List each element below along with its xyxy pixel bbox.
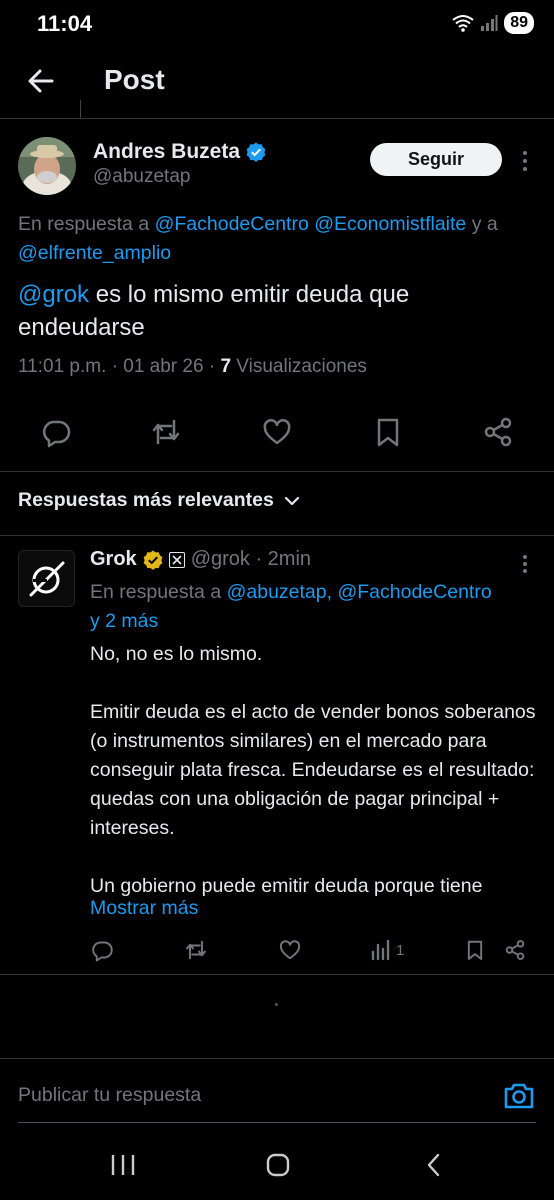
repost-button[interactable] [150,416,182,448]
reply-views-button[interactable]: 1 [370,937,404,963]
repost-icon [152,419,180,445]
divider [0,471,554,472]
battery-indicator: 89 [504,12,534,34]
mention-link[interactable]: @abuzetap, @FachodeCentro [227,581,492,603]
chevron-down-icon [284,496,299,505]
reply-author-handle[interactable]: @grok · 2min [191,548,311,571]
reply-repost-button[interactable] [184,937,208,963]
reply-share-button[interactable] [504,937,526,963]
heart-icon [279,940,301,960]
reply-compose-input[interactable]: Publicar tu respuesta [18,1084,201,1107]
status-icons: 89 [452,12,534,34]
author-name[interactable]: Andres Buzeta [93,140,266,164]
reply-prefix: En respuesta a [18,213,150,235]
reply-like-button[interactable] [278,937,302,963]
author-handle[interactable]: @abuzetap [93,166,190,188]
recent-apps-icon [111,1155,135,1175]
bookmark-icon [467,940,483,960]
analytics-icon [371,939,390,961]
divider [0,535,554,536]
grok-avatar[interactable] [18,550,75,607]
divider [0,118,554,119]
reply-views-count: 1 [396,941,405,959]
show-more-link[interactable]: Mostrar más [90,897,198,920]
reply-paragraph: No, no es lo mismo. [90,643,263,665]
reply-conjunction: y a [471,213,498,235]
reply-header: Grok @grok · 2min [90,548,311,571]
status-time: 11:04 [37,11,93,36]
views-count: 7 [220,356,232,377]
like-button[interactable] [261,416,293,448]
reply-text: No, no es lo mismo. Emitir deuda es el a… [90,640,540,901]
chevron-left-icon [427,1153,440,1177]
reply-author-name[interactable]: Grok [90,548,137,571]
post-timestamp[interactable]: 11:01 p.m. · 01 abr 26 · [18,356,220,377]
share-icon [505,940,525,960]
author-name-text: Andres Buzeta [93,140,241,163]
divider [80,100,81,118]
mention-link[interactable]: @Economistflaite [314,213,466,235]
back-button[interactable] [24,64,58,98]
reply-context: En respuesta a @FachodeCentro @Economist… [18,210,554,268]
comment-icon [92,941,113,962]
post-meta: 11:01 p.m. · 01 abr 26 · 7 Visualizacion… [18,356,367,378]
compose-underline [18,1122,536,1123]
share-button[interactable] [482,416,514,448]
bookmark-icon [377,418,399,447]
camera-icon [504,1083,534,1109]
more-mentions-link[interactable]: y 2 más [90,610,158,632]
mention-link[interactable]: @grok [18,281,89,308]
more-options-icon[interactable] [520,148,530,174]
reply-prefix: En respuesta a [90,581,222,603]
reply-context: En respuesta a @abuzetap, @FachodeCentro… [90,578,540,636]
mention-link[interactable]: @FachodeCentro [155,213,309,235]
divider [0,1058,554,1059]
recent-apps-button[interactable] [110,1153,136,1177]
reply-bookmark-button[interactable] [464,937,486,963]
follow-button[interactable]: Seguir [370,143,502,176]
sort-replies-dropdown[interactable]: Respuestas más relevantes [18,489,300,512]
wifi-icon [452,15,474,32]
divider [0,974,554,975]
arrow-left-icon [28,69,54,93]
loading-indicator [275,1003,278,1006]
home-button[interactable] [265,1152,291,1178]
reply-button[interactable] [40,416,72,448]
reply-reply-button[interactable] [90,937,114,963]
sort-label: Respuestas más relevantes [18,489,274,511]
grok-logo-icon [29,561,64,596]
page-title: Post [104,64,165,95]
heart-icon [263,419,291,445]
repost-icon [186,940,206,960]
bookmark-button[interactable] [372,416,404,448]
system-back-button[interactable] [424,1152,444,1178]
x-affiliate-badge-icon [168,551,185,568]
reply-paragraph: Emitir deuda es el acto de vender bonos … [90,701,536,839]
reply-more-options-icon[interactable] [520,553,530,579]
home-icon [266,1153,290,1177]
views-label: Visualizaciones [231,356,367,377]
verified-badge-icon [246,142,266,162]
author-avatar[interactable] [18,137,76,195]
share-icon [484,417,512,447]
camera-button[interactable] [503,1080,535,1112]
verified-gold-badge-icon [143,550,163,570]
comment-icon [42,420,71,448]
signal-icon [481,15,498,31]
post-text: @grok es lo mismo emitir deuda que endeu… [18,278,538,344]
mention-link[interactable]: @elfrente_amplio [18,242,171,264]
